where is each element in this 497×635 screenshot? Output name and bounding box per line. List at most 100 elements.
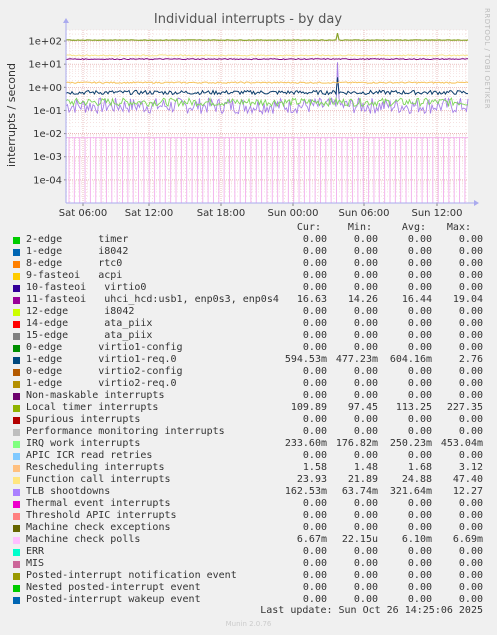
legend-max-value: 0.00	[458, 366, 483, 377]
legend-avg-value: 0.00	[407, 498, 432, 509]
legend-swatch	[13, 585, 20, 592]
legend-avg-value: 6.10m	[401, 534, 432, 545]
legend-cur-value: 0.00	[302, 306, 327, 317]
legend-avg-value: 604.16m	[389, 354, 432, 365]
legend-row: Machine check exceptions 0.00 0.00 0.00 0.00	[0, 522, 497, 534]
legend-cur-value: 0.00	[302, 270, 327, 281]
legend-max-value: 0.00	[458, 546, 483, 557]
legend-label: 8-edge rtc0	[26, 258, 123, 269]
legend-cur-value: 0.00	[302, 258, 327, 269]
legend-cur-value: 0.00	[302, 378, 327, 389]
legend-swatch	[13, 513, 20, 520]
y-tick-label: 1e-02	[33, 129, 62, 140]
legend-label: Spurious interrupts	[26, 414, 141, 425]
legend-min-value: 0.00	[353, 378, 378, 389]
legend-swatch	[13, 501, 20, 508]
legend-cur-value: 0.00	[302, 414, 327, 425]
legend-row: 15-edge ata_piix 0.00 0.00 0.00 0.00	[0, 330, 497, 342]
legend-row: 0-edge virtio1-config 0.00 0.00 0.00 0.00	[0, 342, 497, 354]
legend-swatch	[13, 561, 20, 568]
legend-cur-value: 0.00	[302, 510, 327, 521]
y-tick-label: 1e+02	[28, 37, 62, 48]
x-tick-label: Sun 00:00	[267, 208, 318, 219]
legend-row: 14-edge ata_piix 0.00 0.00 0.00 0.00	[0, 318, 497, 330]
y-tick-label: 1e+00	[28, 83, 62, 94]
legend-row: 0-edge virtio2-config 0.00 0.00 0.00 0.00	[0, 366, 497, 378]
legend-label: ERR	[26, 546, 45, 557]
legend-row: Performance monitoring interrupts 0.00 0.0…	[0, 426, 497, 438]
legend-row: 9-fasteoi acpi 0.00 0.00 0.00 0.00	[0, 270, 497, 282]
legend-swatch	[13, 357, 20, 364]
legend-row: 2-edge timer 0.00 0.00 0.00 0.00	[0, 234, 497, 246]
legend-row: 10-fasteoi virtio0 0.00 0.00 0.00 0.00	[0, 282, 497, 294]
legend-max-value: 0.00	[458, 330, 483, 341]
legend-cur-value: 0.00	[302, 582, 327, 593]
legend-row: Threshold APIC interrupts 0.00 0.00 0.00 0.0…	[0, 510, 497, 522]
munin-version: Munin 2.0.76	[225, 620, 272, 628]
legend-avg-value: 0.00	[407, 450, 432, 461]
legend-row: Function call interrupts 23.93 21.89 24.88 4…	[0, 474, 497, 486]
legend-avg-value: 0.00	[407, 366, 432, 377]
x-tick-label: Sun 12:00	[411, 208, 462, 219]
legend-swatch	[13, 345, 20, 352]
legend-min-value: 14.26	[347, 294, 378, 305]
legend-cur-value: 6.67m	[296, 534, 327, 545]
legend-min-value: 0.00	[353, 498, 378, 509]
legend-cur-value: 109.89	[290, 402, 327, 413]
legend-avg-value: 0.00	[407, 246, 432, 257]
x-tick-label: Sat 18:00	[197, 208, 245, 219]
legend-min-value: 0.00	[353, 390, 378, 401]
legend-swatch	[13, 477, 20, 484]
legend-row: Rescheduling interrupts 1.58 1.48 1.68 3.12	[0, 462, 497, 474]
legend-swatch	[13, 309, 20, 316]
legend-min-value: 1.48	[353, 462, 378, 473]
legend-max-value: 0.00	[458, 426, 483, 437]
legend-label: APIC ICR read retries	[26, 450, 153, 461]
legend-label: 9-fasteoi acpi	[26, 270, 123, 281]
legend-max-value: 0.00	[458, 378, 483, 389]
legend-max-value: 2.76	[458, 354, 483, 365]
legend-min-value: 0.00	[353, 234, 378, 245]
legend-label: 0-edge virtio1-config	[26, 342, 183, 353]
legend-row: 12-edge i8042 0.00 0.00 0.00 0.00	[0, 306, 497, 318]
legend-row: MIS 0.00 0.00 0.00 0.00	[0, 558, 497, 570]
rrdtool-side-label: RRDTOOL / TOBI OETIKER	[483, 8, 491, 109]
legend-cur-value: 594.53m	[284, 354, 327, 365]
legend-max-value: 0.00	[458, 258, 483, 269]
legend-min-value: 0.00	[353, 318, 378, 329]
chart-title: Individual interrupts - by day	[154, 12, 342, 27]
legend-label: TLB shootdowns	[26, 486, 111, 497]
legend-swatch	[13, 525, 20, 532]
legend-label: Local timer interrupts	[26, 402, 159, 413]
legend-label: Posted-interrupt notification event	[26, 570, 237, 581]
x-tick-label: Sun 06:00	[338, 208, 389, 219]
legend-avg-value: 0.00	[407, 234, 432, 245]
legend-avg-value: 16.44	[401, 294, 432, 305]
legend-label: 11-fasteoi uhci_hcd:usb1, enp0s3, enp0s4	[26, 294, 279, 305]
legend-max-value: 0.00	[458, 558, 483, 569]
legend-label: 0-edge virtio2-config	[26, 366, 183, 377]
legend-max-value: 0.00	[458, 510, 483, 521]
legend-cur-value: 0.00	[302, 570, 327, 581]
legend-cur-value: 0.00	[302, 330, 327, 341]
legend-min-value: 0.00	[353, 522, 378, 533]
legend-row: Non-maskable interrupts 0.00 0.00 0.00 0.00	[0, 390, 497, 402]
legend-table: 2-edge timer 0.00 0.00 0.00 0.00 1-edge i8042…	[0, 234, 497, 606]
legend-row: Spurious interrupts 0.00 0.00 0.00 0.00	[0, 414, 497, 426]
legend-label: Threshold APIC interrupts	[26, 510, 177, 521]
legend-swatch	[13, 597, 20, 604]
legend-max-value: 0.00	[458, 306, 483, 317]
legend-row: Nested posted-interrupt event 0.00 0.00 0.0…	[0, 582, 497, 594]
legend-max-value: 453.04m	[440, 438, 483, 449]
legend-swatch	[13, 285, 20, 292]
legend-cur-value: 0.00	[302, 318, 327, 329]
legend-label: Machine check exceptions	[26, 522, 171, 533]
legend-row: 1-edge i8042 0.00 0.00 0.00 0.00	[0, 246, 497, 258]
legend-avg-value: 0.00	[407, 318, 432, 329]
legend-label: Nested posted-interrupt event	[26, 582, 201, 593]
legend-swatch	[13, 441, 20, 448]
legend-row: APIC ICR read retries 0.00 0.00 0.00 0.00	[0, 450, 497, 462]
legend-min-value: 22.15u	[341, 534, 378, 545]
legend-max-value: 0.00	[458, 450, 483, 461]
legend-min-value: 0.00	[353, 342, 378, 353]
